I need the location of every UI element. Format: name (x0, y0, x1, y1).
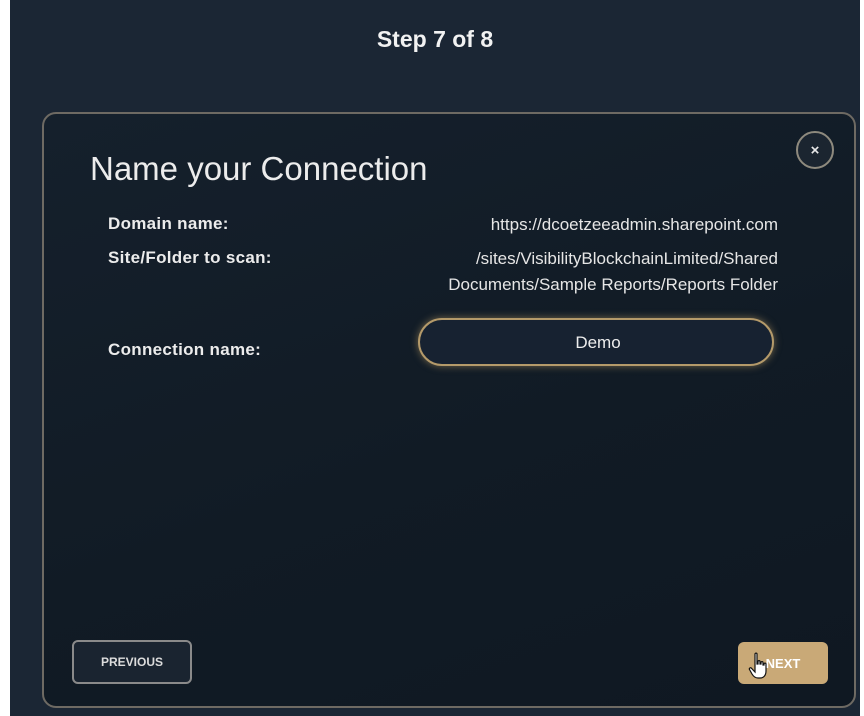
domain-name-value: https://dcoetzeeadmin.sharepoint.com (490, 215, 778, 234)
connection-name-label: Connection name: (108, 340, 262, 359)
step-indicator: Step 7 of 8 (376, 26, 494, 52)
hand-cursor-icon (748, 652, 767, 679)
dialog-title: Name your Connection (90, 150, 428, 187)
connection-dialog: Name your Connection × Domain name: http… (42, 112, 856, 708)
site-folder-value: /sites/VisibilityBlockchainLimited/Share… (448, 246, 778, 298)
site-folder-value-line2: Documents/Sample Reports/Reports Folder (448, 275, 778, 294)
wizard-screen: Step 7 of 8 Name your Connection × Domai… (10, 0, 860, 716)
connection-name-input[interactable] (420, 320, 776, 366)
previous-button[interactable]: PREVIOUS (72, 640, 192, 684)
close-button[interactable]: × (796, 131, 834, 169)
connection-name-field[interactable] (418, 318, 776, 366)
site-folder-value-line1: /sites/VisibilityBlockchainLimited/Share… (475, 249, 778, 268)
site-folder-label: Site/Folder to scan: (108, 248, 272, 267)
close-icon: × (810, 141, 820, 159)
domain-name-label: Domain name: (108, 214, 229, 233)
